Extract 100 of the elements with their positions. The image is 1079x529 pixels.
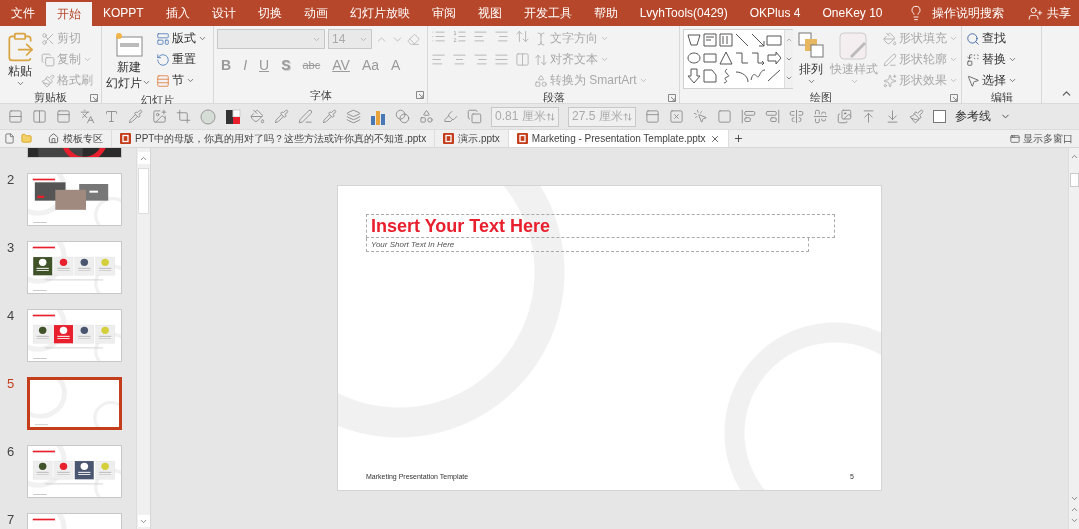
scroll-up-icon[interactable]: [1069, 152, 1079, 161]
scrollbar-thumb[interactable]: [1069, 173, 1079, 187]
editing-command[interactable]: 选择: [965, 71, 1018, 90]
slide-command[interactable]: 节: [155, 71, 208, 90]
copy-icon[interactable]: [467, 109, 482, 124]
pointer-icon[interactable]: [966, 73, 980, 88]
slide-thumbnail[interactable]: [27, 377, 122, 430]
new-slide-icon[interactable]: [113, 31, 144, 59]
ribbon-tab[interactable]: 文件: [0, 0, 46, 26]
shapes-icon[interactable]: [419, 109, 434, 124]
arc-icon[interactable]: [734, 68, 750, 84]
document-tab[interactable]: 模板专区: [40, 130, 112, 147]
line-spacing-icon[interactable]: [515, 29, 530, 44]
caret-icon[interactable]: [849, 77, 859, 86]
columns-icon[interactable]: [32, 109, 47, 124]
columns-icon[interactable]: [515, 52, 530, 67]
justify-icon[interactable]: [494, 52, 509, 67]
reset-icon[interactable]: [156, 52, 170, 67]
new-slide-button[interactable]: 新建 幻灯片: [105, 29, 152, 93]
numbered-list-icon[interactable]: [452, 29, 467, 44]
dialog-launcher-icon[interactable]: [416, 91, 424, 99]
ribbon-tab[interactable]: OneKey 10: [811, 0, 894, 26]
caret-icon[interactable]: [198, 34, 207, 43]
trapezoid-icon[interactable]: [686, 32, 702, 48]
layers-icon[interactable]: [346, 109, 361, 124]
pentagon-icon[interactable]: [702, 68, 718, 84]
ribbon-tab[interactable]: 动画: [292, 0, 339, 26]
dialog-launcher-icon[interactable]: [668, 93, 676, 102]
guides-checkbox[interactable]: [933, 110, 946, 123]
presentation-file-icon[interactable]: [443, 133, 455, 144]
align-bottom-icon[interactable]: [885, 109, 900, 124]
presentation-file-icon[interactable]: [516, 133, 528, 144]
text-box-icon[interactable]: [645, 109, 660, 124]
text-box-icon[interactable]: [702, 32, 718, 48]
text-direction-icon[interactable]: [80, 109, 95, 124]
slide-thumbnail[interactable]: [27, 445, 122, 498]
document-tab[interactable]: PPT中的母版，你真的用对了吗？这些方法或许你真的不知道.pptx: [112, 130, 436, 147]
tell-me-search[interactable]: 操作说明搜索: [931, 4, 1004, 22]
eyedropper-icon[interactable]: [274, 109, 289, 124]
dialog-launcher-icon[interactable]: [950, 93, 958, 102]
ribbon-tab[interactable]: 审阅: [420, 0, 467, 26]
arrange-button[interactable]: 排列: [796, 29, 826, 88]
ribbon-tab[interactable]: 帮助: [582, 0, 629, 26]
paste-button[interactable]: 粘贴: [3, 29, 37, 90]
scroll-down-icon[interactable]: [1069, 494, 1079, 503]
user-plus-icon[interactable]: [1028, 5, 1043, 21]
crop-icon[interactable]: [176, 109, 191, 124]
text-box-icon[interactable]: [56, 109, 71, 124]
eraser-icon[interactable]: [407, 32, 420, 46]
circle-icon[interactable]: [200, 108, 216, 125]
slide-command[interactable]: 重置: [155, 50, 208, 69]
previous-slide-icon[interactable]: [1069, 505, 1079, 514]
pen-icon[interactable]: [298, 109, 313, 124]
document-tab[interactable]: 演示.pptx: [435, 130, 509, 147]
slide-command[interactable]: 版式: [155, 29, 208, 48]
ribbon-tab[interactable]: LvyhTools(0429): [628, 0, 739, 26]
next-slide-icon[interactable]: [1069, 516, 1079, 525]
elbow-arrow-icon[interactable]: [750, 50, 766, 66]
presentation-file-icon[interactable]: [120, 133, 131, 144]
editing-command[interactable]: 查找: [965, 29, 1018, 48]
spinner-icon[interactable]: [545, 111, 555, 122]
share-button[interactable]: 共享: [1047, 4, 1071, 22]
align-middle-icon[interactable]: [813, 109, 828, 124]
ribbon-tab[interactable]: 设计: [200, 0, 247, 26]
align-center-icon[interactable]: [789, 109, 804, 124]
ribbon-tab[interactable]: 视图: [466, 0, 513, 26]
paintbrush-icon[interactable]: [909, 109, 924, 124]
new-file-icon[interactable]: [4, 133, 15, 144]
align-rows-icon[interactable]: [8, 109, 23, 124]
new-tab-icon[interactable]: [732, 133, 744, 144]
caret-icon[interactable]: [15, 79, 25, 88]
line-icon[interactable]: [766, 68, 782, 84]
spinner-icon[interactable]: [622, 111, 632, 122]
overlap-circles-icon[interactable]: [395, 109, 410, 124]
right-arrow-icon[interactable]: [766, 50, 782, 66]
title-placeholder[interactable]: Insert Your Text Here: [366, 214, 835, 238]
editing-command[interactable]: 替换: [965, 50, 1018, 69]
highlighter-icon[interactable]: [443, 109, 458, 124]
bullet-list-icon[interactable]: [431, 29, 446, 44]
ribbon-tab[interactable]: OKPlus 4: [738, 0, 812, 26]
dialog-launcher-icon[interactable]: [90, 93, 98, 102]
paint-bucket-icon[interactable]: [250, 109, 265, 124]
image-icon[interactable]: [152, 109, 167, 124]
frame-icon[interactable]: [717, 109, 732, 124]
home-icon[interactable]: [48, 133, 59, 144]
arrow-icon[interactable]: [750, 32, 766, 48]
caret-icon[interactable]: [186, 76, 195, 85]
document-tab[interactable]: Marketing - Presentation Template.pptx: [508, 130, 729, 147]
show-multi-window-button[interactable]: 显示多窗口: [1010, 130, 1079, 147]
ribbon-tab[interactable]: 插入: [154, 0, 201, 26]
caret-icon[interactable]: [1008, 76, 1017, 85]
rounded-rectangle-icon[interactable]: [702, 50, 718, 66]
slide-thumbnail[interactable]: [27, 309, 122, 362]
caret-icon[interactable]: [806, 77, 816, 86]
scrollbar-thumb[interactable]: [138, 168, 149, 214]
align-top-icon[interactable]: [861, 109, 876, 124]
layout-icon[interactable]: [156, 31, 170, 46]
arrange-icon[interactable]: [797, 31, 825, 61]
eyedropper-icon[interactable]: [128, 109, 143, 124]
subtitle-placeholder[interactable]: Your Short Text In Here: [366, 238, 809, 252]
